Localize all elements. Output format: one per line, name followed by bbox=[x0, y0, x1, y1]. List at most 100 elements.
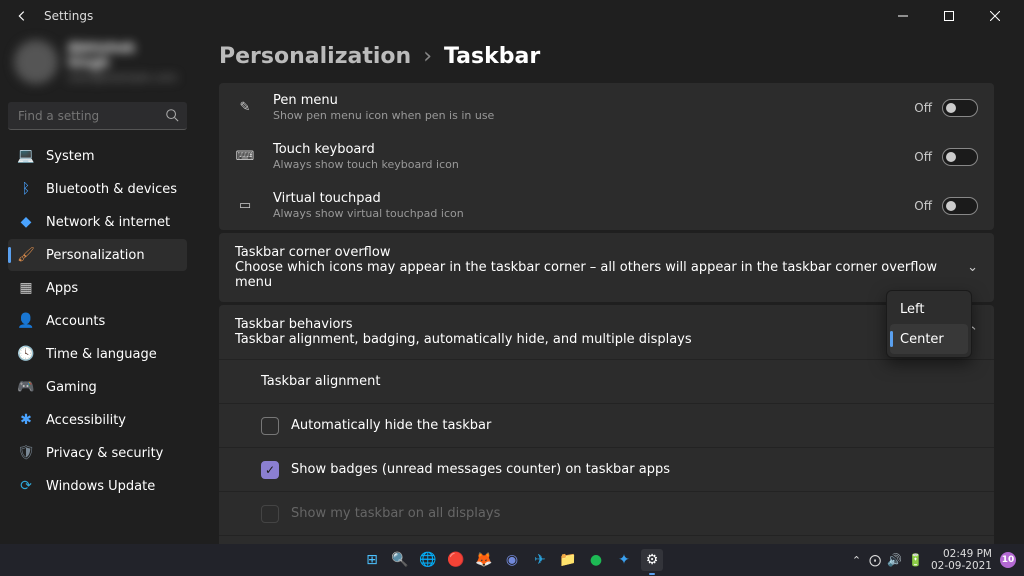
overflow-title: Taskbar corner overflow bbox=[235, 245, 967, 260]
sidebar-item-accessibility[interactable]: ✱ Accessibility bbox=[8, 404, 187, 436]
row-desc: Always show virtual touchpad icon bbox=[273, 207, 914, 220]
profile-email: user@example.com bbox=[68, 71, 181, 84]
sidebar-item-system[interactable]: 💻System bbox=[8, 140, 187, 172]
setting-row-touch-keyboard[interactable]: ⌨Touch keyboardAlways show touch keyboar… bbox=[219, 132, 994, 181]
sidebar-item-privacy-security[interactable]: 🛡Privacy & security bbox=[8, 437, 187, 469]
sidebar-item-time-language[interactable]: 🕓Time & language bbox=[8, 338, 187, 370]
profile-block[interactable]: Abhishek Singh user@example.com bbox=[8, 36, 187, 96]
row-title: Pen menu bbox=[273, 93, 914, 108]
wifi-icon[interactable]: ⨀ bbox=[869, 553, 881, 567]
tray-overflow-icon[interactable]: ⌃ bbox=[852, 554, 861, 567]
behaviors-header[interactable]: Taskbar behaviors Taskbar alignment, bad… bbox=[219, 305, 994, 359]
auto-hide-row[interactable]: Automatically hide the taskbar bbox=[219, 403, 994, 447]
clock-date: 02-09-2021 bbox=[931, 560, 992, 572]
nav-icon: 🛡 bbox=[18, 445, 34, 461]
breadcrumb: Personalization › Taskbar bbox=[219, 44, 994, 69]
explorer-icon[interactable]: 📁 bbox=[557, 549, 579, 571]
nav-label: Network & internet bbox=[46, 215, 170, 230]
sidebar-item-network-internet[interactable]: ◆ Network & internet bbox=[8, 206, 187, 238]
taskbar-center: ⊞ 🔍 🌐 🔴 🦊 ◉ ✈ 📁 ● ✦ ⚙ bbox=[361, 549, 663, 571]
sidebar-item-personalization[interactable]: 🖌 Personalization bbox=[8, 239, 187, 271]
nav-icon: 👤 bbox=[18, 313, 34, 329]
nav-label: Accessibility bbox=[46, 413, 126, 428]
search-box[interactable] bbox=[8, 102, 187, 130]
search-input[interactable] bbox=[8, 102, 187, 130]
all-displays-checkbox bbox=[261, 505, 279, 523]
chrome-icon[interactable]: 🔴 bbox=[445, 549, 467, 571]
volume-icon[interactable]: 🔊 bbox=[887, 553, 902, 567]
taskbar-corner-icons-group: ✎Pen menuShow pen menu icon when pen is … bbox=[219, 83, 994, 230]
system-tray[interactable]: ⌃ ⨀ 🔊 🔋 02:49 PM 02-09-2021 10 bbox=[852, 548, 1024, 572]
sidebar-item-accounts[interactable]: 👤Accounts bbox=[8, 305, 187, 337]
taskbar-clock[interactable]: 02:49 PM 02-09-2021 bbox=[931, 548, 992, 572]
avatar bbox=[14, 40, 58, 84]
nav-icon: ◆ bbox=[18, 214, 34, 230]
nav-label: Gaming bbox=[46, 380, 97, 395]
setting-row-virtual-touchpad[interactable]: ▭ Virtual touchpadAlways show virtual tou… bbox=[219, 181, 994, 230]
show-badges-label: Show badges (unread messages counter) on… bbox=[291, 462, 670, 477]
show-all-displays-row: Show my taskbar on all displays bbox=[219, 491, 994, 535]
nav-label: Personalization bbox=[46, 248, 145, 263]
overflow-desc: Choose which icons may appear in the tas… bbox=[235, 260, 967, 290]
telegram-icon[interactable]: ✈ bbox=[529, 549, 551, 571]
titlebar: Settings bbox=[0, 0, 1024, 32]
sidebar-item-apps[interactable]: ▦ Apps bbox=[8, 272, 187, 304]
auto-hide-checkbox[interactable] bbox=[261, 417, 279, 435]
setting-row-pen-menu[interactable]: ✎Pen menuShow pen menu icon when pen is … bbox=[219, 83, 994, 132]
profile-name: Abhishek Singh bbox=[68, 41, 181, 71]
toggle-state: Off bbox=[914, 199, 932, 213]
toggle-state: Off bbox=[914, 101, 932, 115]
start-button[interactable]: ⊞ bbox=[361, 549, 383, 571]
minimize-button[interactable] bbox=[880, 0, 926, 32]
app-icon[interactable]: ✦ bbox=[613, 549, 635, 571]
sidebar-item-gaming[interactable]: 🎮 Gaming bbox=[8, 371, 187, 403]
multi-display-row: When using multiple displays, show my ta… bbox=[219, 535, 994, 544]
toggle-switch[interactable] bbox=[942, 99, 978, 117]
discord-icon[interactable]: ◉ bbox=[501, 549, 523, 571]
alignment-dropdown[interactable]: Left Center bbox=[886, 290, 972, 358]
behaviors-desc: Taskbar alignment, badging, automaticall… bbox=[235, 332, 967, 347]
settings-icon[interactable]: ⚙ bbox=[641, 549, 663, 571]
battery-icon[interactable]: 🔋 bbox=[908, 553, 923, 567]
window-title: Settings bbox=[44, 9, 93, 23]
firefox-icon[interactable]: 🦊 bbox=[473, 549, 495, 571]
toggle-state: Off bbox=[914, 150, 932, 164]
row-title: Touch keyboard bbox=[273, 142, 914, 157]
nav-icon: 🕓 bbox=[18, 346, 34, 362]
nav-icon: ✱ bbox=[18, 412, 34, 428]
nav-list: 💻SystemᛒBluetooth & devices ◆ Network & in… bbox=[8, 140, 187, 502]
row-desc: Show pen menu icon when pen is in use bbox=[273, 109, 914, 122]
windows-taskbar[interactable]: ⊞ 🔍 🌐 🔴 🦊 ◉ ✈ 📁 ● ✦ ⚙ ⌃ ⨀ 🔊 🔋 02:49 PM 0… bbox=[0, 544, 1024, 576]
row-title: Virtual touchpad bbox=[273, 191, 914, 206]
back-button[interactable] bbox=[10, 4, 34, 28]
overflow-expander[interactable]: Taskbar corner overflow Choose which ico… bbox=[219, 233, 994, 302]
alignment-option-center[interactable]: Center bbox=[890, 324, 968, 354]
alignment-option-left[interactable]: Left bbox=[890, 294, 968, 324]
clock-time: 02:49 PM bbox=[931, 548, 992, 560]
show-badges-row[interactable]: Show badges (unread messages counter) on… bbox=[219, 447, 994, 491]
main-pane: Personalization › Taskbar ✎Pen menuShow … bbox=[195, 32, 1024, 544]
chevron-down-icon: ⌄ bbox=[967, 260, 978, 275]
sidebar-item-windows-update[interactable]: ⟳Windows Update bbox=[8, 470, 187, 502]
nav-label: Apps bbox=[46, 281, 78, 296]
nav-icon: 🖌 bbox=[18, 247, 34, 263]
chevron-right-icon: › bbox=[423, 44, 432, 69]
nav-label: Bluetooth & devices bbox=[46, 182, 177, 197]
notification-badge[interactable]: 10 bbox=[1000, 552, 1016, 568]
nav-icon: ▦ bbox=[18, 280, 34, 296]
toggle-switch[interactable] bbox=[942, 197, 978, 215]
close-button[interactable] bbox=[972, 0, 1018, 32]
nav-label: Windows Update bbox=[46, 479, 155, 494]
show-badges-checkbox[interactable] bbox=[261, 461, 279, 479]
nav-icon: 💻 bbox=[18, 148, 34, 164]
edge-icon[interactable]: 🌐 bbox=[417, 549, 439, 571]
search-icon bbox=[165, 108, 179, 122]
sidebar-item-bluetooth-devices[interactable]: ᛒBluetooth & devices bbox=[8, 173, 187, 205]
breadcrumb-parent[interactable]: Personalization bbox=[219, 44, 411, 69]
taskbar-search-icon[interactable]: 🔍 bbox=[389, 549, 411, 571]
row-icon: ▭ bbox=[235, 198, 255, 213]
spotify-icon[interactable]: ● bbox=[585, 549, 607, 571]
maximize-button[interactable] bbox=[926, 0, 972, 32]
toggle-switch[interactable] bbox=[942, 148, 978, 166]
nav-icon: 🎮 bbox=[18, 379, 34, 395]
